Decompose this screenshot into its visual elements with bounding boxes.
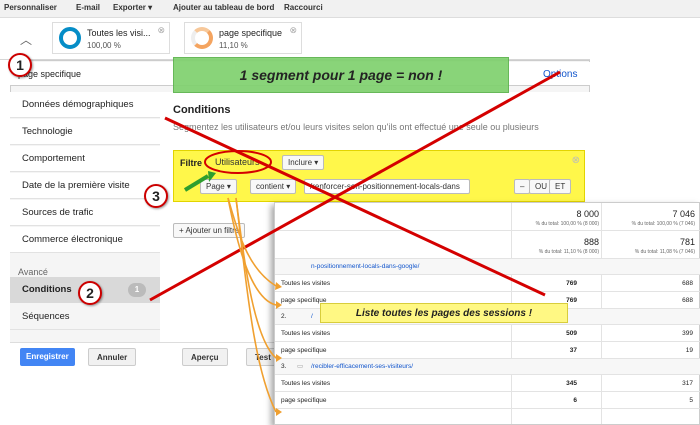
- green-arrow-head-icon: [208, 171, 216, 182]
- red-cross-line: [149, 70, 561, 302]
- red-cross-line: [164, 116, 546, 297]
- green-arrow: [183, 174, 210, 192]
- step-badge-2: 2: [78, 281, 102, 305]
- step-badge-1: 1: [8, 53, 32, 77]
- annotation-overlay: [149, 70, 561, 416]
- step-badge-3: 3: [144, 184, 168, 208]
- orange-arrow-group: [227, 197, 277, 413]
- orange-arrow-heads-icon: [275, 282, 282, 416]
